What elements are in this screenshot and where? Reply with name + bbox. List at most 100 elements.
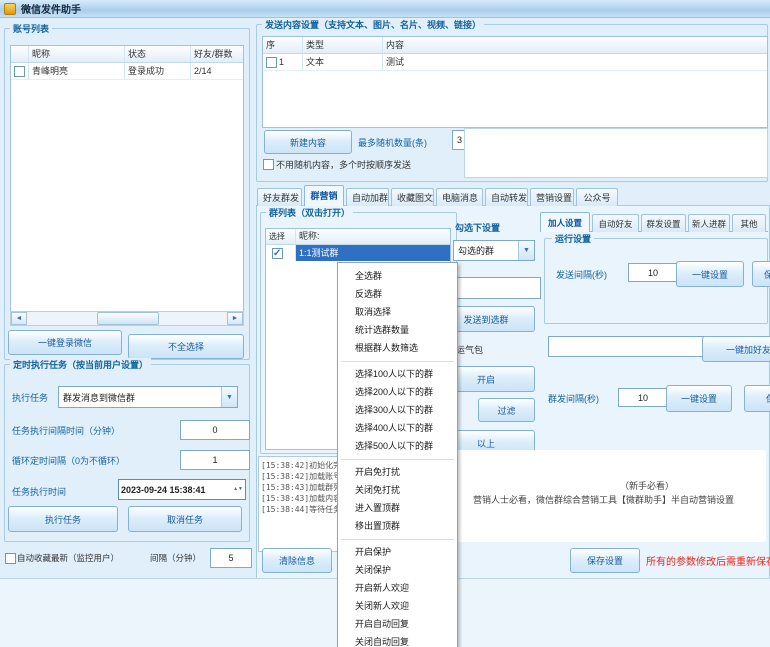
save-settings-button[interactable]: 保存设置 <box>570 548 640 573</box>
add-friend-button[interactable]: 一键加好友数 <box>702 336 770 362</box>
menu-item-welcome-on[interactable]: 开启新人欢迎 <box>338 579 457 597</box>
scroll-left-arrow-icon[interactable]: ◄ <box>11 312 27 325</box>
content-row-type: 文本 <box>303 54 383 70</box>
menu-separator <box>338 455 457 463</box>
name-input[interactable] <box>548 336 704 357</box>
accounts-header-counts: 好友/群数 <box>191 46 243 62</box>
content-header-index: 序 <box>263 37 303 53</box>
tab-auto-forward[interactable]: 自动转发 <box>485 188 528 206</box>
menu-item-select-all[interactable]: 全选群 <box>338 267 457 285</box>
content-table-header: 序 类型 内容 <box>263 37 767 54</box>
menu-item-pin[interactable]: 进入置顶群 <box>338 499 457 517</box>
login-all-button[interactable]: 一键登录微信 <box>8 330 122 355</box>
grouplist-row[interactable]: 1:1测试群 <box>266 245 450 261</box>
hint-line2: 营销人士必看，微信群综合营销工具【微群助手】半自动营销设置 <box>473 493 734 506</box>
quick-set-button-2[interactable]: 一键设置 <box>666 385 732 412</box>
task-interval-input[interactable]: 0 <box>180 420 250 440</box>
unsaved-warning-text: 所有的参数修改后需重新保存 <box>646 553 770 568</box>
random-order-checkbox[interactable] <box>263 159 274 170</box>
bulk-interval-input[interactable]: 10 <box>618 388 668 407</box>
menu-item-mute-on[interactable]: 开启免打扰 <box>338 463 457 481</box>
grouplist-row-checkcell <box>266 245 296 261</box>
menu-item-clear[interactable]: 取消选择 <box>338 303 457 321</box>
accounts-table: 昵称 状态 好友/群数 青峰明亮 登录成功 2/14 <box>10 45 244 313</box>
content-row[interactable]: 1 文本 测试 <box>263 54 767 71</box>
menu-item-protect-off[interactable]: 关闭保护 <box>338 561 457 579</box>
account-row-checkcell <box>11 63 29 79</box>
account-row[interactable]: 青峰明亮 登录成功 2/14 <box>11 63 243 80</box>
menu-item-filter-by-size[interactable]: 根据群人数筛选 <box>338 339 457 357</box>
content-preview-box[interactable] <box>464 128 768 178</box>
scroll-thumb[interactable] <box>97 312 159 325</box>
menu-item-count[interactable]: 统计选群数量 <box>338 321 457 339</box>
tab-add-people[interactable]: 加人设置 <box>540 212 590 232</box>
menu-item-under-200[interactable]: 选择200人以下的群 <box>338 383 457 401</box>
menu-item-autoreply-on[interactable]: 开启自动回复 <box>338 615 457 633</box>
content-table: 序 类型 内容 1 文本 测试 <box>262 36 768 128</box>
menu-item-invert[interactable]: 反选群 <box>338 285 457 303</box>
quick-set-button-1[interactable]: 一键设置 <box>676 261 744 287</box>
grouplist-row-name: 1:1测试群 <box>296 245 450 261</box>
run-task-button[interactable]: 执行任务 <box>8 506 118 532</box>
accounts-table-header: 昵称 状态 好友/群数 <box>11 46 243 63</box>
tab-send-settings[interactable]: 群发设置 <box>641 214 686 232</box>
tab-auto-friend[interactable]: 自动好友 <box>592 214 639 232</box>
accounts-header-check <box>11 46 29 62</box>
content-row-checkbox[interactable] <box>266 57 277 68</box>
random-order-label: 不用随机内容，多个时按顺序发送 <box>276 158 411 171</box>
tab-pc-message[interactable]: 电脑消息 <box>436 188 483 206</box>
chevron-down-icon[interactable]: ▼ <box>221 387 237 407</box>
account-checkbox[interactable] <box>14 66 25 77</box>
autosave-checkbox[interactable] <box>5 553 16 564</box>
scroll-right-arrow-icon[interactable]: ► <box>227 312 243 325</box>
tab-auto-join[interactable]: 自动加群 <box>346 188 389 206</box>
window-title: 微信发件助手 <box>21 1 81 16</box>
tab-favorites[interactable]: 收藏图文 <box>391 188 434 206</box>
accounts-group-title: 账号列表 <box>10 22 52 35</box>
edge-cut-button-1[interactable]: 保存 <box>752 261 770 287</box>
tab-newcomer[interactable]: 新人进群 <box>688 214 730 232</box>
autosave-label: 自动收藏最新（监控用户） <box>17 552 119 564</box>
tab-group-marketing[interactable]: 群营销 <box>304 185 344 206</box>
task-time-value: 2023-09-24 15:38:41 <box>121 485 233 495</box>
tab-other[interactable]: 其他 <box>732 214 766 232</box>
menu-item-unpin[interactable]: 移出置顶群 <box>338 517 457 535</box>
send-interval-label: 发送间隔(秒) <box>556 268 607 281</box>
filter-button[interactable]: 过滤 <box>478 398 535 422</box>
loop-interval-input[interactable]: 1 <box>180 450 250 470</box>
grouplist-title: 群列表（双击打开） <box>266 206 353 219</box>
right-tabstrip: 加人设置 自动好友 群发设置 新人进群 其他 <box>540 211 766 232</box>
menu-item-under-300[interactable]: 选择300人以下的群 <box>338 401 457 419</box>
menu-item-under-100[interactable]: 选择100人以下的群 <box>338 365 457 383</box>
app-window: 微信发件助手 账号列表 昵称 状态 好友/群数 青峰明亮 登录成功 2/14 ◄… <box>0 0 770 647</box>
autosave-interval-input[interactable]: 5 <box>210 548 252 568</box>
ops-chevron-down-icon[interactable]: ▼ <box>518 241 534 260</box>
menu-item-protect-on[interactable]: 开启保护 <box>338 543 457 561</box>
ops-select[interactable]: 勾选的群 ▼ <box>453 240 535 261</box>
main-tabstrip: 好友群发 群营销 自动加群 收藏图文 电脑消息 自动转发 营销设置 公众号 <box>257 184 618 206</box>
unselect-all-button[interactable]: 不全选择 <box>128 334 244 359</box>
cancel-task-button[interactable]: 取消任务 <box>128 506 242 532</box>
task-interval-label: 任务执行间隔时间（分钟） <box>12 424 120 437</box>
content-row-index: 1 <box>279 57 284 67</box>
tab-marketing-settings[interactable]: 营销设置 <box>530 188 574 206</box>
task-time-input[interactable]: 2023-09-24 15:38:41 ▲▼ <box>118 479 246 500</box>
accounts-hscrollbar[interactable]: ◄ ► <box>10 311 244 326</box>
menu-item-welcome-off[interactable]: 关闭新人欢迎 <box>338 597 457 615</box>
menu-item-under-500[interactable]: 选择500人以下的群 <box>338 437 457 455</box>
menu-item-mute-off[interactable]: 关闭免打扰 <box>338 481 457 499</box>
menu-item-autoreply-off[interactable]: 关闭自动回复 <box>338 633 457 647</box>
tab-friend-bulk[interactable]: 好友群发 <box>257 188 302 206</box>
tab-official-account[interactable]: 公众号 <box>576 188 618 206</box>
run-settings-title: 运行设置 <box>552 232 594 245</box>
datetime-spinner-icon[interactable]: ▲▼ <box>233 487 243 492</box>
menu-item-under-400[interactable]: 选择400人以下的群 <box>338 419 457 437</box>
clear-log-button[interactable]: 清除信息 <box>262 548 332 573</box>
content-header-type: 类型 <box>303 37 383 53</box>
new-content-button[interactable]: 新建内容 <box>264 130 352 154</box>
grouplist-row-checkbox[interactable] <box>272 248 283 259</box>
send-interval-input[interactable]: 10 <box>628 263 678 282</box>
title-bar: 微信发件助手 <box>0 0 770 18</box>
task-select[interactable]: 群发消息到微信群 ▼ <box>58 386 238 408</box>
edge-cut-button-2[interactable]: 保存 <box>744 385 770 412</box>
